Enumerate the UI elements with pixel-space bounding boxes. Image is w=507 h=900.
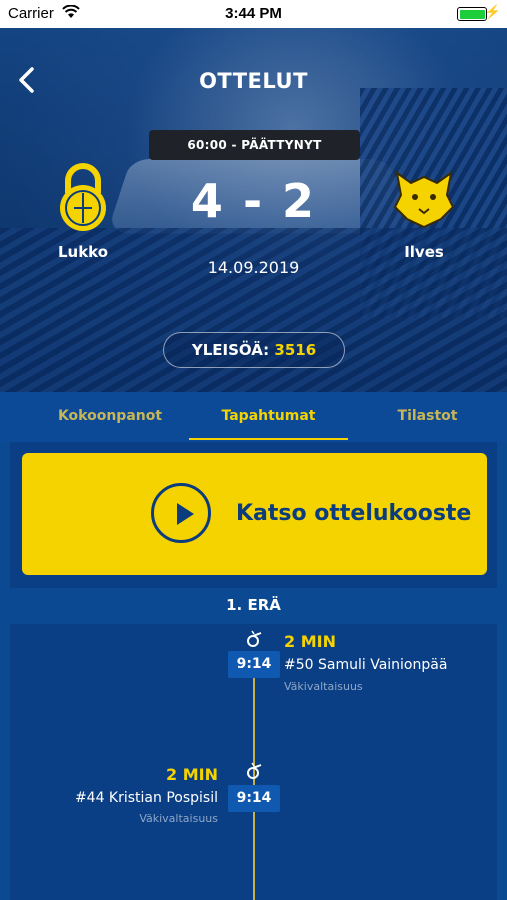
penalty-duration: 2 MIN [284,632,336,651]
event-player[interactable]: #50 Samuli Vainionpää [284,657,447,673]
whistle-icon [245,762,263,780]
attendance-label: YLEISÖÄ: [191,341,270,359]
match-header: OTTELUT 60:00 - PÄÄTTYNYT Lukko 4 - 2 14… [0,28,507,392]
attendance-value: 3516 [274,341,317,359]
event-time: 9:14 [228,785,280,812]
play-icon [151,483,211,543]
period-status-badge: 60:00 - PÄÄTTYNYT [149,130,360,160]
status-time: 3:44 PM [225,5,282,22]
period-title: 1. ERÄ [226,596,281,614]
watch-highlights-button[interactable]: Katso ottelukooste [22,453,487,575]
status-bar: Carrier 3:44 PM ⚡ [0,0,507,28]
tab-tilastot[interactable]: Tilastot [360,392,495,442]
away-team-name: Ilves [404,243,444,261]
away-team[interactable]: Ilves [369,163,479,261]
event-time: 9:14 [228,651,280,678]
tab-kokoonpanot[interactable]: Kokoonpanot [40,392,180,442]
tab-bar: Kokoonpanot Tapahtumat Tilastot [0,392,507,442]
charging-icon: ⚡ [484,4,501,19]
page-title: OTTELUT [199,69,308,93]
penalty-type: Väkivaltaisuus [139,812,218,825]
event-player[interactable]: #44 Kristian Pospisil [40,790,218,806]
penalty-type: Väkivaltaisuus [284,680,363,693]
whistle-icon [245,894,263,900]
battery-icon [457,7,487,21]
active-tab-indicator [189,438,348,440]
tab-tapahtumat[interactable]: Tapahtumat [189,392,348,442]
whistle-icon [245,630,263,648]
ilves-logo-icon [389,163,459,233]
highlight-label: Katso ottelukooste [236,501,472,526]
attendance-badge: YLEISÖÄ: 3516 [163,332,345,368]
penalty-duration: 2 MIN [166,765,218,784]
